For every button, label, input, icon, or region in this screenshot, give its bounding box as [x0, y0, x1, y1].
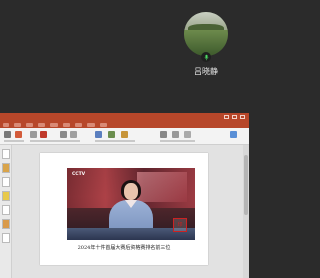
participant-tile[interactable]: 吕晓静: [182, 12, 230, 82]
minimize-icon[interactable]: [224, 115, 229, 119]
slide-thumbnail[interactable]: [2, 177, 10, 187]
find-icon[interactable]: [160, 131, 167, 138]
font-color-icon[interactable]: [40, 131, 47, 138]
embedded-video[interactable]: CCTV 印: [67, 168, 195, 240]
paragraph-icon[interactable]: [60, 131, 67, 138]
slide-thumbnail[interactable]: [2, 219, 10, 229]
participant-avatar: [184, 12, 228, 56]
slide-caption[interactable]: 2024年十件首届大赛后资格赛排名前三位: [50, 244, 198, 251]
shared-screen[interactable]: CCTV 印 2024年十件首届大赛后资格赛排名前三位: [0, 113, 249, 278]
vertical-scrollbar[interactable]: [243, 145, 249, 278]
design-ideas-icon[interactable]: [230, 131, 237, 138]
seal-stamp: 印: [173, 218, 187, 232]
align-icon[interactable]: [70, 131, 77, 138]
shapes-icon[interactable]: [95, 131, 102, 138]
participant-name: 吕晓静: [194, 67, 218, 76]
quick-styles-icon[interactable]: [121, 131, 128, 138]
slide-thumbnail[interactable]: [2, 191, 10, 201]
channel-logo: CCTV: [72, 172, 86, 177]
slide-thumbnail-pane[interactable]: [0, 145, 12, 278]
current-slide[interactable]: CCTV 印 2024年十件首届大赛后资格赛排名前三位: [40, 153, 208, 265]
ribbon-toolbar[interactable]: [0, 128, 249, 145]
arrange-icon[interactable]: [108, 131, 115, 138]
font-icon[interactable]: [30, 131, 37, 138]
slide-thumbnail[interactable]: [2, 205, 10, 215]
close-icon[interactable]: [240, 115, 245, 119]
slide-thumbnail[interactable]: [2, 233, 10, 243]
replace-icon[interactable]: [172, 131, 179, 138]
maximize-icon[interactable]: [232, 115, 237, 119]
slide-thumbnail[interactable]: [2, 149, 10, 159]
slide-editing-area[interactable]: CCTV 印 2024年十件首届大赛后资格赛排名前三位: [12, 145, 249, 278]
app-title-bar: [0, 113, 249, 122]
select-icon[interactable]: [184, 131, 191, 138]
new-slide-icon[interactable]: [15, 131, 22, 138]
paste-icon[interactable]: [4, 131, 11, 138]
slide-thumbnail[interactable]: [2, 163, 10, 173]
microphone-icon: [201, 52, 211, 62]
